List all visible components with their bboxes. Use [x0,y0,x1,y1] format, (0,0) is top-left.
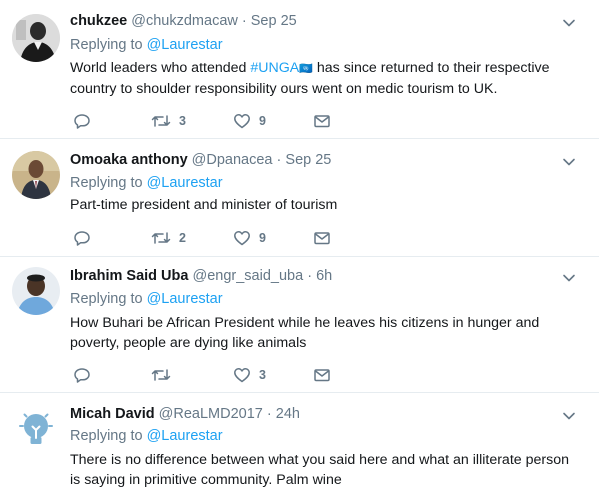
tweet-actions: 2 9 [70,228,370,248]
envelope-icon [313,366,331,384]
timestamp[interactable]: 24h [276,406,300,422]
replying-to-label: Replying to [70,428,143,444]
like-count: 9 [259,114,266,128]
chevron-down-icon[interactable] [561,15,577,31]
like-button[interactable]: 3 [233,365,266,385]
reply-button[interactable] [73,111,99,131]
retweet-icon [151,229,171,247]
separator-dot: · [266,406,272,422]
retweet-count: 2 [179,231,186,245]
reply-icon [73,112,91,130]
replies-feed: chukzee @chukzdmacaw · Sep 25 Replying t… [0,0,599,493]
tweet-ibrahim-said-uba[interactable]: Ibrahim Said Uba @engr_said_uba · 6h Rep… [0,257,599,393]
heart-icon [233,366,251,384]
tweet-header: Ibrahim Said Uba @engr_said_uba · 6h [70,267,332,285]
avatar[interactable] [12,267,60,315]
timestamp[interactable]: Sep 25 [251,13,297,29]
avatar[interactable] [12,405,60,453]
replying-to-label: Replying to [70,37,143,53]
tweet-header: Micah David @ReaLMD2017 · 24h [70,405,300,423]
like-count: 3 [259,368,266,382]
retweet-button[interactable] [151,365,179,385]
retweet-icon [151,366,171,384]
retweet-icon [151,112,171,130]
avatar[interactable] [12,151,60,199]
separator-dot: · [276,152,282,168]
direct-message-button[interactable] [313,111,331,131]
separator-dot: · [307,268,313,284]
direct-message-button[interactable] [313,365,331,385]
reply-button[interactable] [73,365,99,385]
hashtag-link[interactable]: #UNGA [250,60,299,76]
user-handle[interactable]: @chukzdmacaw [131,13,238,29]
tweet-text: Part-time president and minister of tour… [70,197,338,213]
like-count: 9 [259,231,266,245]
retweet-button[interactable]: 2 [151,228,186,248]
tweet-actions: 3 9 [70,111,370,131]
display-name[interactable]: chukzee [70,13,127,29]
reply-icon [73,366,91,384]
timestamp[interactable]: Sep 25 [285,152,331,168]
replying-to: Replying to @Laurestar [70,36,223,54]
tweet-text: How Buhari be African President while he… [70,315,540,351]
replying-to-mention[interactable]: @Laurestar [147,175,223,191]
heart-icon [233,229,251,247]
tweet-text-start: World leaders who attended [70,60,251,76]
replying-to-mention[interactable]: @Laurestar [147,37,223,53]
tweet-header: chukzee @chukzdmacaw · Sep 25 [70,12,297,30]
replying-to-label: Replying to [70,291,143,307]
replying-to: Replying to @Laurestar [70,427,223,445]
replying-to: Replying to @Laurestar [70,174,223,192]
avatar-image [12,151,60,199]
avatar[interactable] [12,14,60,62]
replying-to-mention[interactable]: @Laurestar [147,428,223,444]
display-name[interactable]: Omoaka anthony [70,152,188,168]
tweet-text: World leaders who attended #UNGA🇺🇳 has s… [70,58,570,99]
retweet-count: 3 [179,114,186,128]
avatar-image [12,14,60,62]
like-button[interactable]: 9 [233,228,266,248]
tweet-text: There is no difference between what you … [70,452,569,488]
lightbulb-icon [12,405,60,453]
envelope-icon [313,229,331,247]
replying-to-label: Replying to [70,175,143,191]
user-handle[interactable]: @ReaLMD2017 [159,406,263,422]
tweet-header: Omoaka anthony @Dpanacea · Sep 25 [70,151,331,169]
retweet-button[interactable]: 3 [151,111,186,131]
reply-icon [73,229,91,247]
chevron-down-icon[interactable] [561,408,577,424]
reply-button[interactable] [73,228,99,248]
timestamp[interactable]: 6h [316,268,332,284]
envelope-icon [313,112,331,130]
user-handle[interactable]: @engr_said_uba [192,268,303,284]
direct-message-button[interactable] [313,228,331,248]
replying-to-mention[interactable]: @Laurestar [147,291,223,307]
like-button[interactable]: 9 [233,111,266,131]
chevron-down-icon[interactable] [561,270,577,286]
heart-icon [233,112,251,130]
tweet-omoaka-anthony[interactable]: Omoaka anthony @Dpanacea · Sep 25 Replyi… [0,139,599,257]
display-name[interactable]: Ibrahim Said Uba [70,268,188,284]
user-handle[interactable]: @Dpanacea [192,152,273,168]
separator-dot: · [241,13,247,29]
tweet-micah-david[interactable]: Micah David @ReaLMD2017 · 24h Replying t… [0,393,599,493]
un-flag-emoji: 🇺🇳 [299,63,313,75]
display-name[interactable]: Micah David [70,406,155,422]
avatar-image [12,267,60,315]
tweet-actions: 3 [70,365,370,385]
replying-to: Replying to @Laurestar [70,290,223,308]
chevron-down-icon[interactable] [561,154,577,170]
tweet-chukzee[interactable]: chukzee @chukzdmacaw · Sep 25 Replying t… [0,0,599,139]
